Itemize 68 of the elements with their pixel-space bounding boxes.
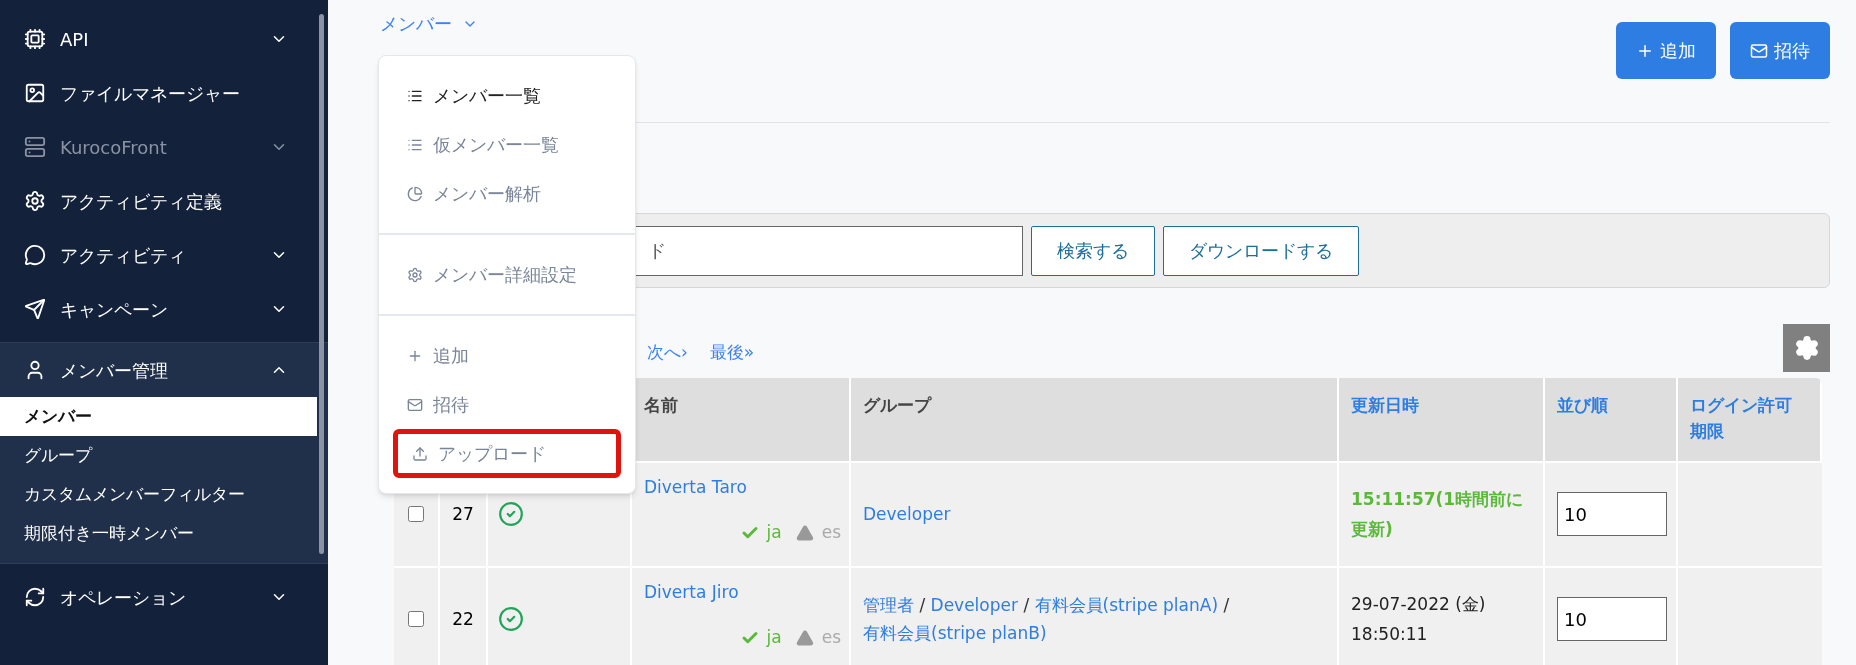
separator: / [1223,595,1230,616]
search-bar-button[interactable]: ダウンロードする [1163,225,1359,276]
pagination-link[interactable]: 最後» [709,340,755,366]
sidebar-subitem[interactable]: カスタムメンバーフィルター [0,475,317,514]
warning-icon [795,524,814,543]
order-field[interactable]: 10 [1557,492,1667,537]
column-header[interactable]: 更新日時 [1339,377,1545,461]
warning-icon [795,629,814,648]
menu-item[interactable]: メンバー解析 [393,169,621,218]
member-name-link[interactable]: Diverta Jiro [644,579,837,606]
breadcrumb-link[interactable]: メンバー [380,10,478,37]
refresh-icon [24,586,46,608]
sidebar-item[interactable]: アクティビティ [0,228,328,282]
updated-time: 29-07-2022 (金) 18:50:11 [1351,593,1487,647]
sidebar-subitem[interactable]: 期限付き一時メンバー [0,514,317,553]
language-label: ja [766,626,782,650]
check-circle-icon [498,606,524,633]
group-link[interactable]: 有料会員(stripe planB) [863,619,1047,648]
image-icon [24,82,46,104]
column-header[interactable]: 並び順 [1545,377,1678,461]
group-link[interactable]: 有料会員(stripe planA) [1034,591,1219,620]
menu-item[interactable]: アップロード [393,429,621,478]
sidebar-item[interactable]: メンバー管理 [0,343,328,397]
table-cell-text: 27 [452,502,474,526]
check-circle-icon [498,501,524,528]
settings-button[interactable] [1783,323,1830,372]
sidebar-item[interactable]: キャンペーン [0,282,328,336]
row-checkbox[interactable] [408,506,424,523]
sidebar-subitem[interactable]: グループ [0,436,317,475]
language-label: es [821,626,841,650]
menu-item[interactable]: 仮メンバー一覧 [393,120,621,169]
updated-time: 15:11:57(1時間前に更新) [1351,488,1525,542]
header-button[interactable]: 招待 [1730,22,1830,79]
sidebar-item[interactable]: アクティビティ定義 [0,174,328,228]
settings-icon [24,190,46,212]
sidebar-item[interactable]: ファイルマネージャー [0,66,328,120]
menu-item[interactable]: 追加 [393,331,621,380]
chip-icon [24,28,46,50]
group-link[interactable]: 管理者 [863,591,914,620]
menu-item[interactable]: メンバー一覧 [393,71,621,120]
group-link[interactable]: Developer [863,500,951,529]
menu-item[interactable]: 招待 [393,380,621,429]
column-header: グループ [851,377,1339,461]
pagination-link[interactable]: 次へ› [647,340,688,366]
upload-icon [412,445,428,462]
column-header[interactable]: ログイン許可期限 [1678,377,1822,461]
paper-plane-icon [24,298,46,320]
table-cell-text: 22 [452,607,474,631]
mail-icon [1750,41,1768,60]
group-link[interactable]: Developer [930,591,1018,620]
language-label: es [821,521,841,545]
pie-chart-icon [407,185,423,202]
row-checkbox[interactable] [408,611,424,628]
sidebar-item[interactable]: オペレーション [0,570,328,624]
mail-icon [407,396,423,413]
separator: / [919,595,926,616]
separator: / [1023,595,1030,616]
settings-icon [1793,334,1820,361]
sidebar-subitem[interactable]: メンバー [0,397,317,436]
chat-bubble-icon [24,244,46,266]
sidebar-item[interactable]: API [0,12,328,66]
header-button[interactable]: 追加 [1616,22,1716,79]
member-name-link[interactable]: Diverta Taro [644,474,837,501]
order-field[interactable]: 10 [1557,597,1667,642]
server-icon [24,136,46,158]
language-label: ja [766,521,782,545]
settings-icon [407,266,423,283]
search-bar-button[interactable]: 検索する [1031,225,1155,276]
